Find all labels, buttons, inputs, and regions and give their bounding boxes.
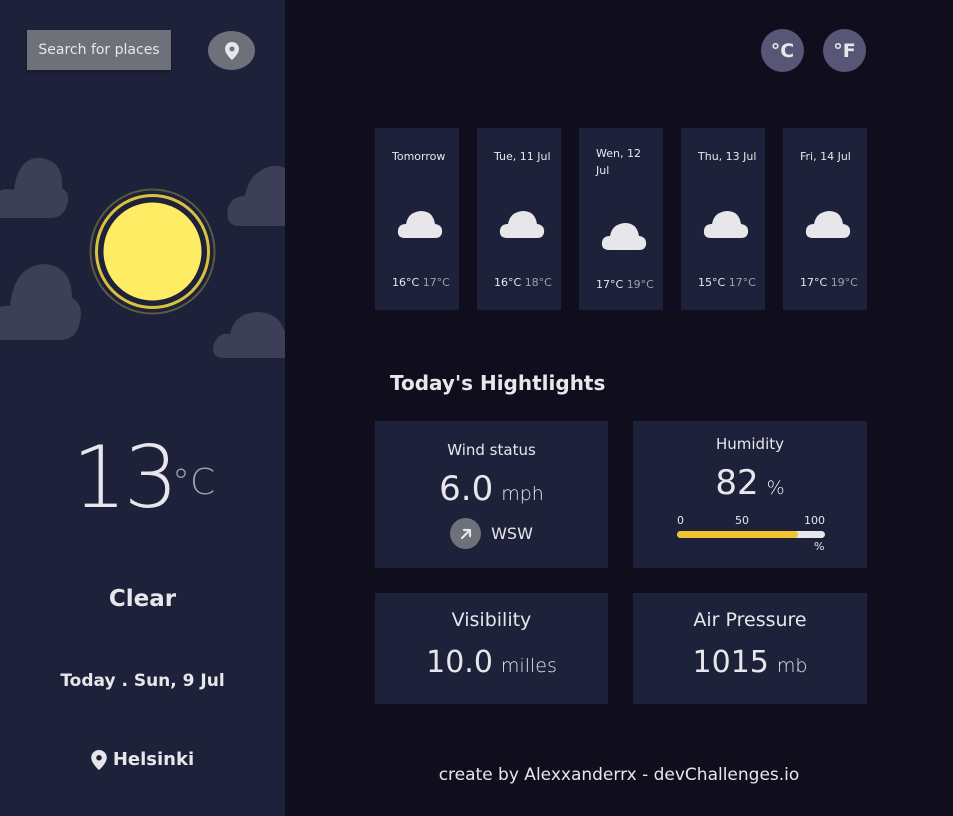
humidity-card: Humidity 82 % 0 50 100 % — [633, 421, 867, 568]
humidity-scale-50: 50 — [735, 514, 749, 527]
current-date: Today . Sun, 9 Jul — [60, 671, 225, 691]
wind-direction-text: WSW — [491, 524, 533, 543]
forecast-max: 17°C — [596, 278, 624, 291]
highlights-title: Today's Hightlights — [390, 371, 606, 395]
forecast-card: Thu, 13 Jul 15°C 17°C — [681, 128, 765, 310]
forecast-day: Wen, 12 Jul — [596, 147, 641, 177]
forecast-card: Tomorrow 16°C 17°C — [375, 128, 459, 310]
map-pin-icon — [91, 749, 107, 770]
forecast-card: Wen, 12 Jul 17°C 19°C — [579, 128, 663, 310]
current-temperature: 13 — [72, 428, 178, 528]
humidity-label: Humidity — [715, 435, 784, 453]
footer-credit: create by Alexxanderrx - devChallenges.i… — [438, 765, 800, 785]
forecast-min: 17°C — [422, 276, 450, 289]
map-pin-icon — [224, 41, 239, 60]
visibility-value: 10.0 milles — [375, 645, 608, 680]
sun-icon — [89, 188, 216, 315]
forecast-max: 15°C — [698, 276, 726, 289]
cloud-icon — [703, 211, 749, 238]
humidity-progress-bar — [677, 531, 825, 538]
visibility-number: 10.0 — [426, 645, 493, 680]
wind-status-card: Wind status 6.0 mph WSW — [375, 421, 608, 568]
visibility-label: Visibility — [451, 609, 532, 631]
background-cloud-icon — [0, 264, 81, 340]
background-cloud-icon — [227, 165, 285, 226]
forecast-temps: 17°C 19°C — [596, 278, 654, 291]
current-location: Helsinki — [0, 749, 285, 770]
humidity-unit: % — [766, 477, 785, 499]
forecast-min: 18°C — [524, 276, 552, 289]
cloud-icon — [805, 211, 851, 238]
pressure-value: 1015 mb — [633, 645, 867, 680]
cloud-icon — [499, 211, 545, 238]
forecast-temps: 15°C 17°C — [698, 276, 756, 289]
wind-number: 6.0 — [439, 469, 494, 509]
forecast-max: 16°C — [494, 276, 522, 289]
forecast-card: Tue, 11 Jul 16°C 18°C — [477, 128, 561, 310]
visibility-unit: milles — [500, 655, 557, 677]
pressure-label: Air Pressure — [693, 609, 807, 631]
forecast-max: 16°C — [392, 276, 420, 289]
air-pressure-card: Air Pressure 1015 mb — [633, 593, 867, 704]
background-cloud-icon — [213, 312, 285, 358]
forecast-day: Tue, 11 Jul — [494, 150, 551, 163]
wind-value: 6.0 mph — [375, 469, 608, 509]
pressure-number: 1015 — [692, 645, 769, 680]
humidity-value: 82 % — [633, 463, 867, 503]
current-temperature-unit: °C — [172, 462, 216, 503]
background-cloud-icon — [0, 157, 69, 218]
visibility-card: Visibility 10.0 milles — [375, 593, 608, 704]
forecast-max: 17°C — [800, 276, 828, 289]
forecast-card: Fri, 14 Jul 17°C 19°C — [783, 128, 867, 310]
forecast-day: Tomorrow — [392, 150, 446, 163]
location-name: Helsinki — [112, 749, 195, 770]
forecast-day: Fri, 14 Jul — [800, 150, 851, 163]
fahrenheit-button[interactable]: °F — [823, 29, 866, 72]
search-places-button[interactable]: Search for places — [27, 30, 171, 70]
current-location-button[interactable] — [208, 31, 255, 70]
celsius-button[interactable]: °C — [761, 29, 804, 72]
pressure-unit: mb — [776, 655, 808, 677]
cloud-icon — [601, 223, 647, 250]
wind-direction: WSW — [375, 518, 608, 549]
navigation-arrow-icon — [450, 518, 482, 549]
humidity-scale-0: 0 — [677, 514, 684, 527]
sidebar: Search for places 13 °C Clear Today . Su… — [0, 0, 285, 816]
humidity-progress-fill — [677, 531, 799, 538]
humidity-number: 82 — [715, 463, 759, 503]
forecast-temps: 17°C 19°C — [800, 276, 858, 289]
forecast-min: 19°C — [830, 276, 858, 289]
cloud-icon — [397, 211, 443, 238]
humidity-scale-unit: % — [814, 540, 825, 553]
forecast-temps: 16°C 17°C — [392, 276, 450, 289]
wind-unit: mph — [501, 483, 544, 505]
weather-state: Clear — [108, 586, 177, 612]
wind-label: Wind status — [447, 441, 536, 459]
forecast-min: 19°C — [626, 278, 654, 291]
forecast-min: 17°C — [728, 276, 756, 289]
humidity-scale-100: 100 — [804, 514, 825, 527]
forecast-temps: 16°C 18°C — [494, 276, 552, 289]
forecast-day: Thu, 13 Jul — [698, 150, 757, 163]
